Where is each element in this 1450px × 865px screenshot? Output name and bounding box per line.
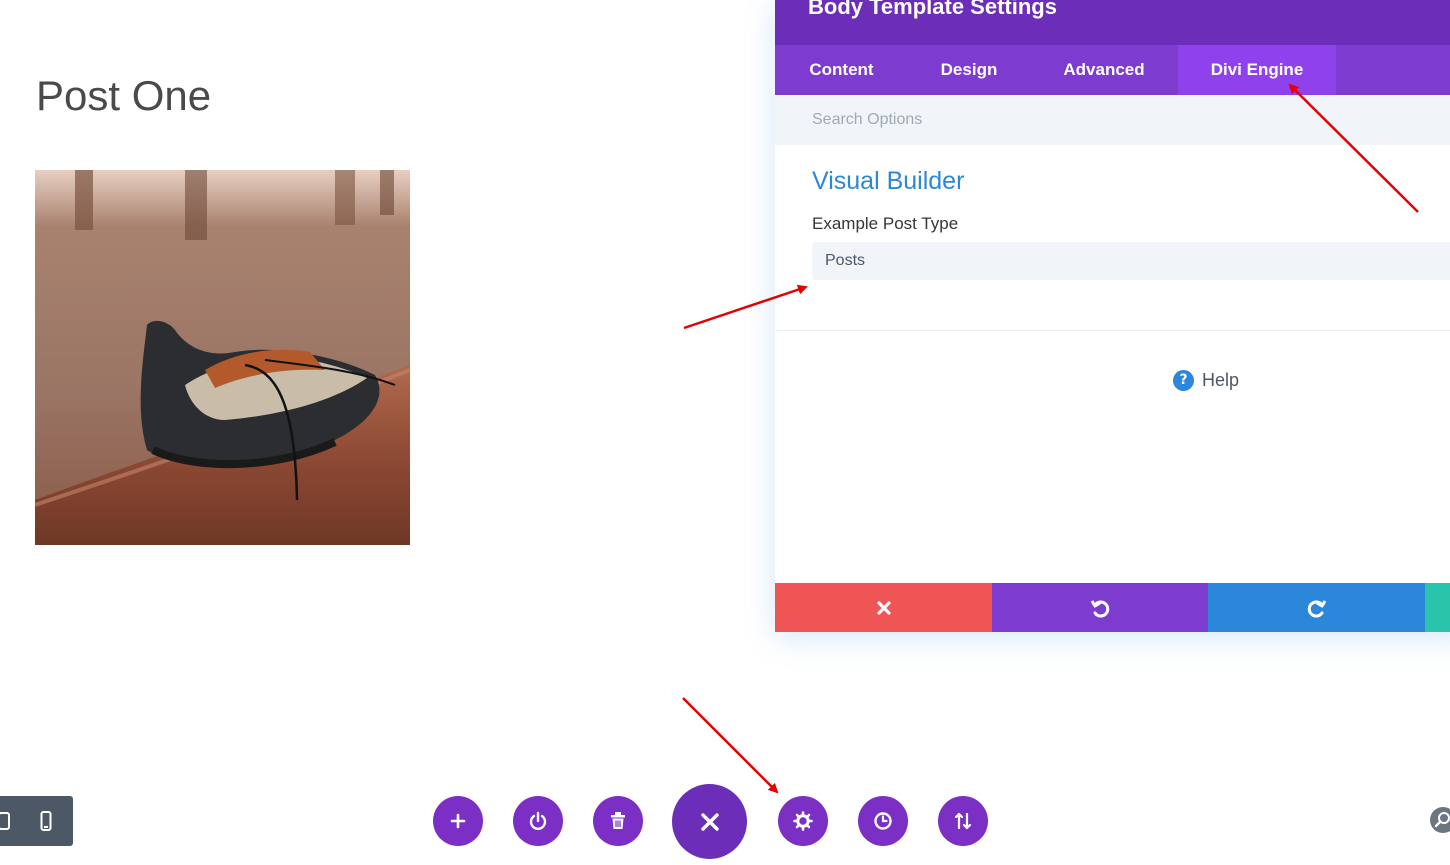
modal-title: Body Template Settings (808, 0, 1057, 19)
power-icon (529, 811, 547, 830)
help-icon: ? (1173, 370, 1194, 391)
history-button[interactable] (858, 796, 908, 846)
tab-content[interactable]: Content (775, 45, 908, 95)
featured-image (35, 170, 410, 545)
tab-bar: Content Design Advanced Divi Engine (775, 45, 1450, 95)
template-settings-modal: Body Template Settings Content Design Ad… (775, 0, 1450, 632)
zoom-button[interactable] (1430, 807, 1450, 833)
help-label: Help (1202, 370, 1240, 390)
tab-divi-engine[interactable]: Divi Engine (1178, 45, 1336, 95)
search-options-input[interactable]: Search Options (775, 95, 1450, 145)
gear-icon (793, 811, 813, 831)
undo-button[interactable] (992, 583, 1208, 632)
redo-button[interactable] (1208, 583, 1425, 632)
help-link[interactable]: ? Help (1173, 370, 1239, 391)
close-icon (700, 812, 719, 831)
clock-icon (874, 812, 892, 830)
arrow-to-settings-button (682, 697, 779, 794)
plus-icon (450, 813, 466, 829)
close-settings-button[interactable] (672, 784, 747, 859)
redo-icon (1307, 599, 1326, 617)
tablet-icon[interactable] (0, 812, 10, 830)
modal-header: Body Template Settings (775, 0, 1450, 45)
zoom-icon (1434, 812, 1450, 828)
trash-icon (611, 812, 625, 829)
post-title: Post One (36, 72, 212, 119)
undo-icon (1090, 599, 1110, 617)
tab-advanced[interactable]: Advanced (1030, 45, 1178, 95)
shoe-photo (35, 170, 410, 545)
modal-footer (775, 583, 1450, 632)
clear-layout-button[interactable] (593, 796, 643, 846)
phone-icon[interactable] (40, 811, 52, 831)
section-title[interactable]: Visual Builder (812, 167, 1450, 196)
page-settings-button[interactable] (778, 796, 828, 846)
portability-button[interactable] (938, 796, 988, 846)
sort-arrows-icon (954, 812, 972, 830)
add-button[interactable] (433, 796, 483, 846)
tab-design[interactable]: Design (908, 45, 1030, 95)
close-icon (876, 600, 891, 615)
save-button[interactable] (1425, 583, 1450, 632)
field-label: Example Post Type (812, 214, 959, 233)
example-post-type-select[interactable]: Posts (812, 242, 1450, 280)
load-from-library-button[interactable] (513, 796, 563, 846)
visual-builder-section: Visual Builder Example Post Type Posts (775, 145, 1450, 331)
discard-button[interactable] (775, 583, 992, 632)
device-preview-bar (0, 796, 73, 846)
builder-canvas: Post One Body Template Settings Content … (0, 0, 1450, 865)
